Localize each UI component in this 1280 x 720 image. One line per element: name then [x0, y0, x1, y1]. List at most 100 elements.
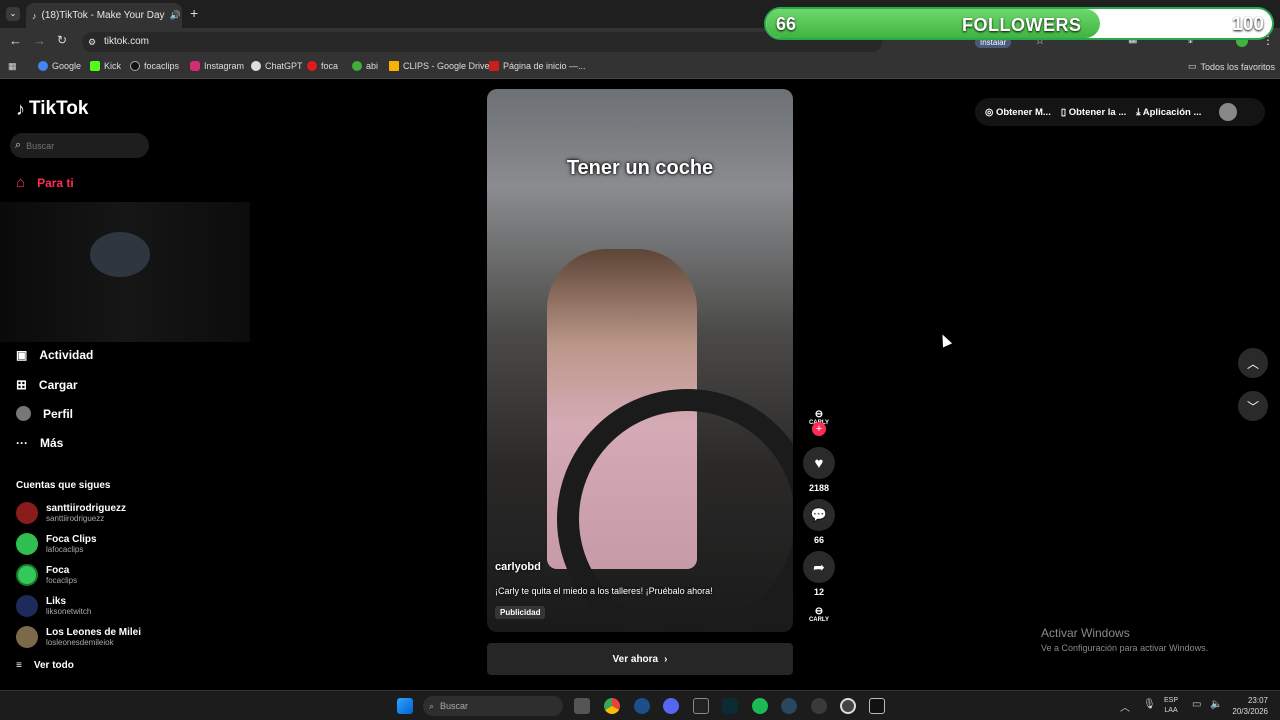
url-text: tiktok.com: [104, 36, 150, 47]
app-icon[interactable]: [811, 698, 827, 714]
nav-for-you[interactable]: ⌂ Para ti: [16, 174, 74, 191]
file-explorer-icon[interactable]: [574, 698, 590, 714]
search-input[interactable]: [26, 140, 127, 151]
like-button[interactable]: ♥: [803, 447, 835, 479]
webcam-overlay: [0, 202, 250, 342]
carly-logo-icon: ⊖: [814, 408, 824, 420]
watermark-subtitle: Ve a Configuración para activar Windows.: [1041, 643, 1209, 653]
new-tab-icon[interactable]: +: [190, 5, 198, 21]
bookmark-focaclips[interactable]: focaclips: [130, 61, 179, 71]
bookmark-home[interactable]: Página de inicio —...: [489, 61, 586, 71]
activity-icon: ▣: [16, 348, 28, 362]
steam-icon[interactable]: [634, 698, 650, 714]
desktop-app-button[interactable]: ⤓ Aplicación ...: [1136, 107, 1201, 118]
taskbar-search[interactable]: ⌕ Buscar: [423, 696, 563, 716]
apps-icon[interactable]: ▦: [8, 61, 17, 72]
bookmark-chatgpt[interactable]: ChatGPT: [251, 61, 303, 71]
next-video-button[interactable]: ﹀: [1238, 391, 1268, 421]
mic-icon: 🎙: [1143, 699, 1156, 710]
discord-icon[interactable]: [663, 698, 679, 714]
heart-icon: ♥: [814, 454, 824, 472]
sound-disc[interactable]: ⊖ CARLY: [805, 606, 833, 630]
comment-count: 66: [813, 535, 824, 545]
tiktok-logo[interactable]: ♪ TikTok: [16, 98, 88, 120]
app2-icon[interactable]: [840, 698, 856, 714]
nav-upload[interactable]: ⊞ Cargar: [16, 377, 78, 393]
start-icon[interactable]: [397, 698, 413, 714]
see-all-link[interactable]: ≡ Ver todo: [16, 660, 74, 671]
site-info-icon[interactable]: ⚙: [88, 32, 96, 52]
ad-badge: Publicidad: [495, 606, 546, 619]
bookmark-clips-drive[interactable]: CLIPS - Google Drive: [389, 61, 490, 71]
chevron-down-icon: ﹀: [1246, 399, 1259, 414]
tab-list-icon[interactable]: ⌄: [6, 7, 20, 21]
search-box[interactable]: ⌕: [10, 133, 149, 158]
account-avatar: [16, 595, 38, 617]
share-icon: ➦: [813, 558, 825, 575]
followers-goal: 100: [1232, 14, 1264, 35]
user-avatar[interactable]: [1219, 103, 1238, 121]
tray-chevron-icon[interactable]: ︿: [1120, 699, 1130, 714]
windows-watermark: Activar Windows Ve a Configuración para …: [1041, 626, 1208, 653]
chevron-right-icon: ›: [664, 653, 668, 665]
account-item[interactable]: Foca focaclips: [16, 564, 77, 586]
bookmark-abi[interactable]: abi: [352, 61, 378, 71]
account-item[interactable]: santtiirodriguezz santtiirodriguezz: [16, 502, 126, 524]
nav-more[interactable]: ··· Más: [16, 436, 63, 450]
folder-icon: ▭: [1188, 61, 1197, 71]
spotify-icon[interactable]: [752, 698, 768, 714]
account-avatar: [16, 564, 38, 586]
account-avatar: [16, 626, 38, 648]
account-item[interactable]: Los Leones de Milei losleonesdemileiok: [16, 626, 141, 648]
bookmarks-bar: ▦ Google Kick focaclips Instagram ChatGP…: [0, 55, 1280, 79]
webcam-figure: [90, 232, 150, 277]
reload-icon[interactable]: ↻: [57, 33, 67, 47]
previous-video-button[interactable]: ︿: [1238, 348, 1268, 378]
top-actions-bar: ◎ Obtener M... ▯ Obtener la ... ⤓ Aplica…: [975, 98, 1265, 126]
account-avatar: [16, 533, 38, 555]
nav-activity[interactable]: ▣ Actividad: [16, 348, 93, 362]
capcut-icon[interactable]: [693, 698, 709, 714]
video-author[interactable]: carlyobd: [495, 561, 541, 573]
profile-avatar-icon: [16, 406, 31, 421]
bookmark-kick[interactable]: Kick: [90, 61, 121, 71]
get-coins-button[interactable]: ◎ Obtener M...: [985, 107, 1051, 118]
all-favorites[interactable]: ▭ Todos los favoritos: [1188, 61, 1275, 72]
share-button[interactable]: ➦: [803, 551, 835, 583]
account-item[interactable]: Liks liksonetwitch: [16, 595, 91, 617]
steam2-icon[interactable]: [781, 698, 797, 714]
capcut2-icon[interactable]: [869, 698, 885, 714]
cta-button[interactable]: Ver ahora ›: [487, 643, 793, 675]
watermark-title: Activar Windows: [1041, 626, 1130, 640]
bookmark-foca[interactable]: foca: [307, 61, 338, 71]
tab-title: (18)TikTok - Make Your Day: [41, 10, 165, 21]
coin-icon: ◎: [985, 106, 996, 118]
forward-icon[interactable]: →: [33, 33, 46, 48]
follow-plus-icon[interactable]: +: [812, 422, 826, 436]
audio-icon[interactable]: 🔊: [170, 10, 181, 21]
language-indicator[interactable]: ESP LAA: [1164, 696, 1178, 716]
url-field[interactable]: ⚙ tiktok.com: [82, 32, 882, 52]
browser-tab[interactable]: ♪ (18)TikTok - Make Your Day 🔊 ×: [26, 3, 182, 28]
volume-icon[interactable]: 🔈: [1210, 699, 1222, 710]
tiktok-note-icon: ♪: [16, 98, 25, 119]
nav-profile[interactable]: Perfil: [16, 406, 73, 421]
chrome-icon[interactable]: [604, 698, 620, 714]
back-icon[interactable]: ←: [9, 33, 22, 48]
clock[interactable]: 23:07 20/3/2026: [1226, 695, 1268, 717]
bookmark-google[interactable]: Google: [38, 61, 81, 71]
like-count: 2188: [808, 483, 830, 493]
network-icon[interactable]: ▭: [1192, 699, 1201, 710]
get-app-button[interactable]: ▯ Obtener la ...: [1061, 107, 1126, 118]
video-player[interactable]: Tener un coche carlyobd ¡Carly te quita …: [487, 89, 793, 632]
terminal-icon[interactable]: [722, 698, 738, 714]
share-count: 12: [813, 587, 824, 597]
followers-current: 66: [776, 14, 797, 34]
account-item[interactable]: Foca Clips lafocaclips: [16, 533, 97, 555]
home-icon: ⌂: [16, 174, 26, 191]
bookmark-instagram[interactable]: Instagram: [190, 61, 244, 71]
comment-button[interactable]: 💬: [803, 499, 835, 531]
video-description: ¡Carly te quita el miedo a los talleres!…: [495, 586, 713, 596]
tiktok-favicon-icon: ♪: [32, 10, 37, 21]
carly-logo-icon: ⊖: [814, 606, 824, 617]
